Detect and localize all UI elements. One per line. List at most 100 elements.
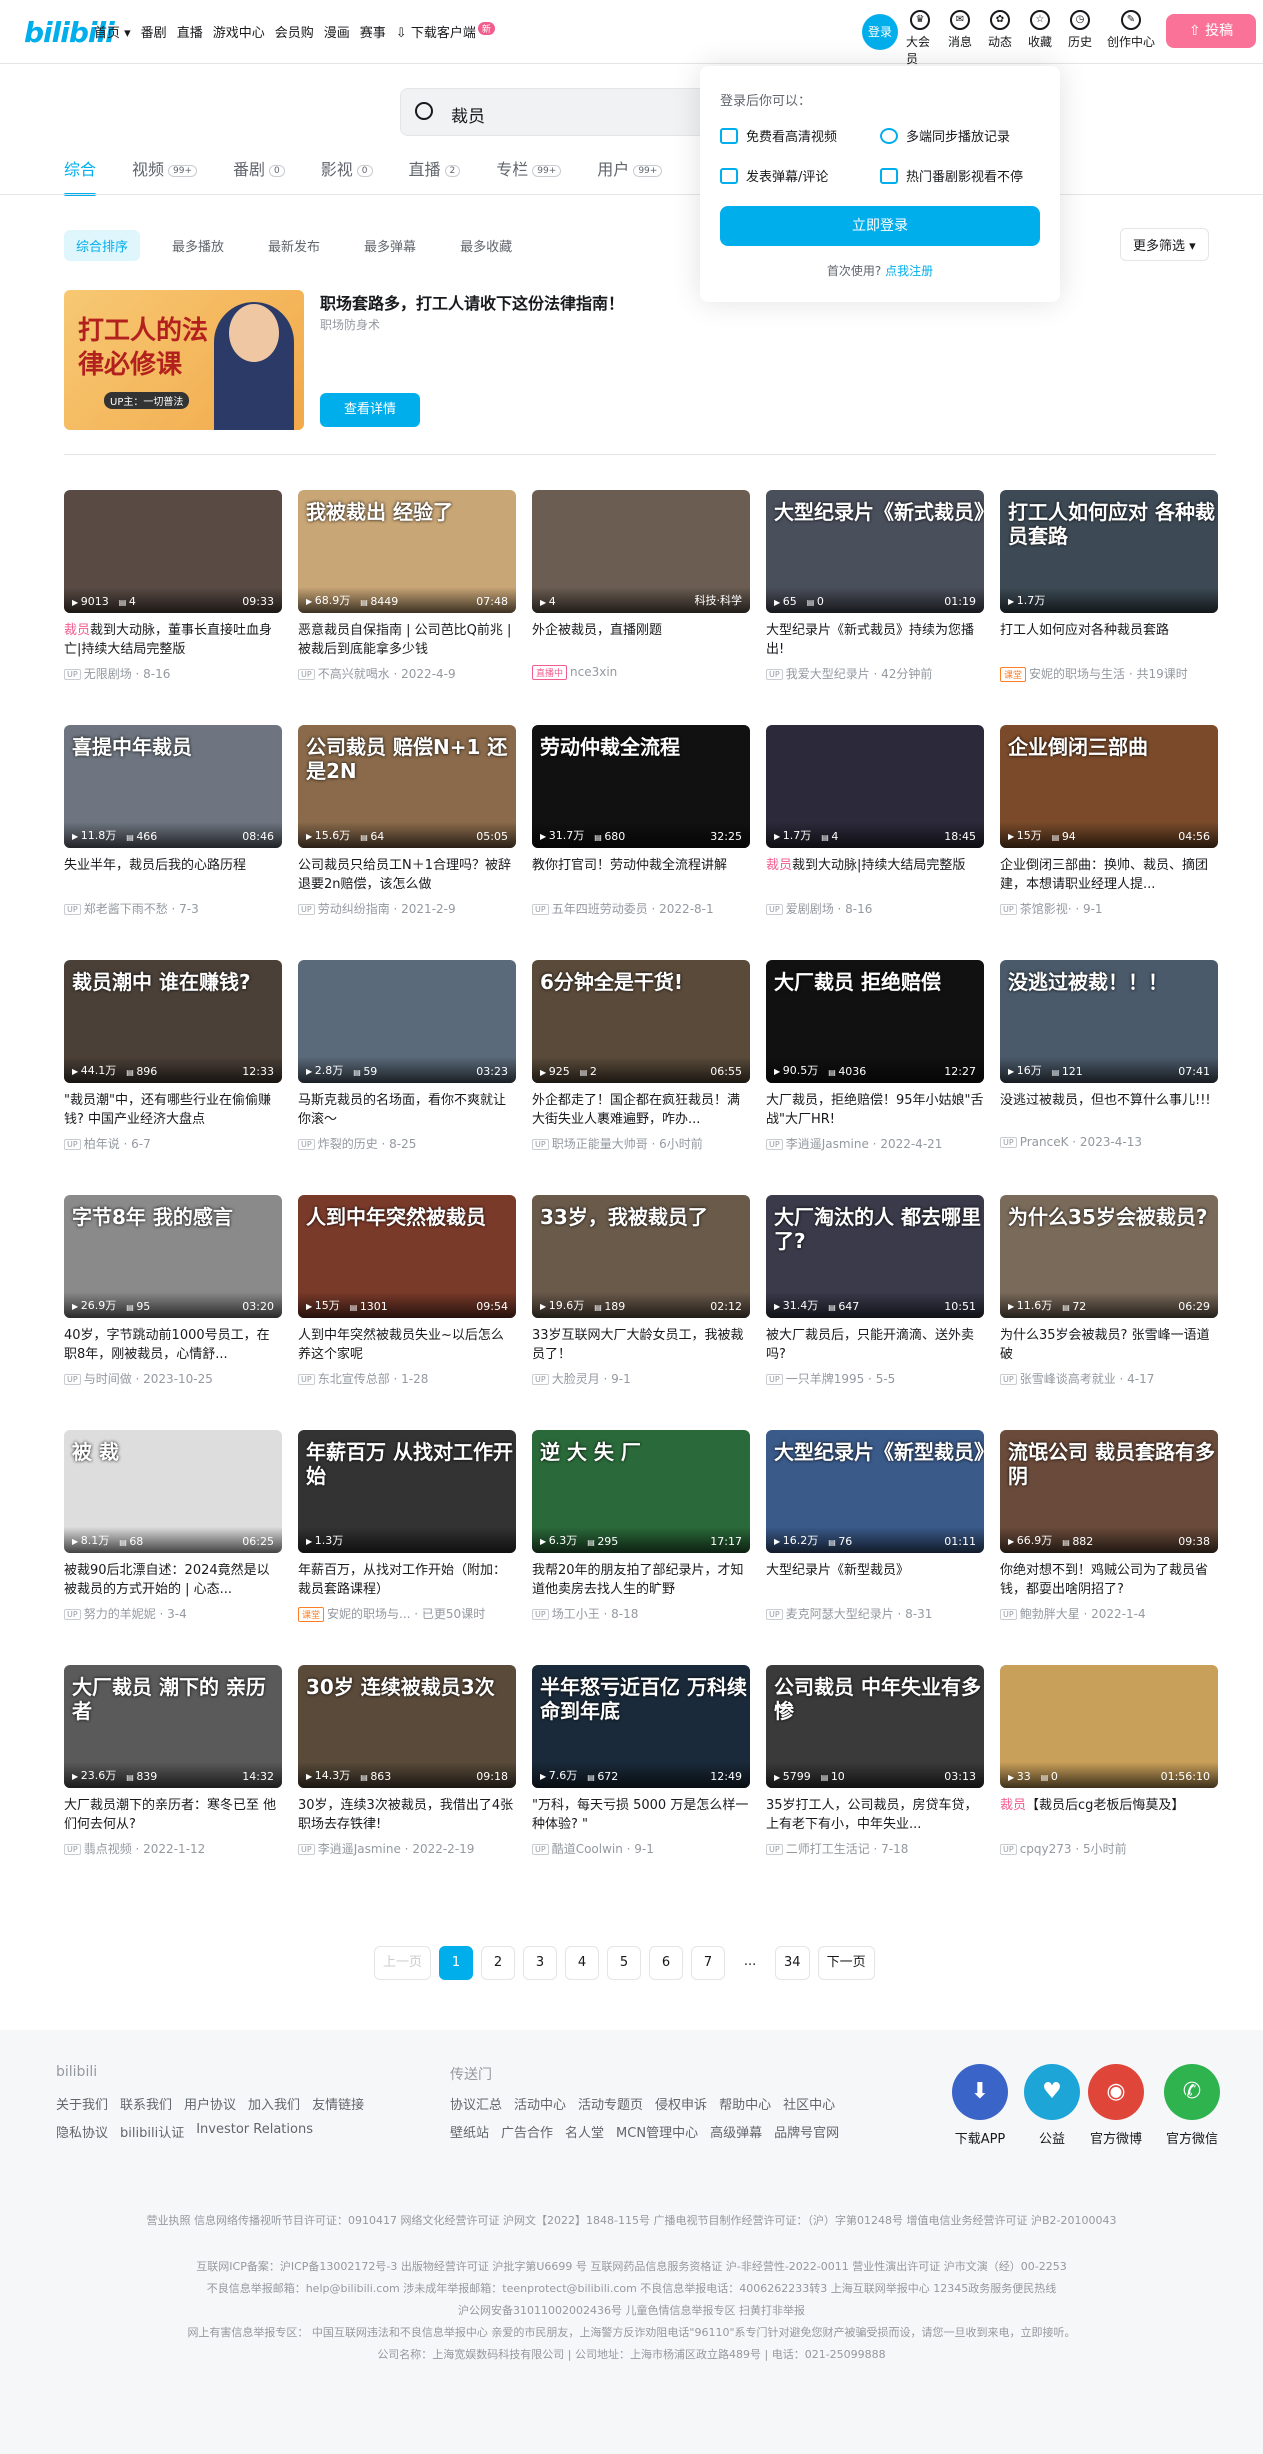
- footer-link[interactable]: 侵权申诉: [655, 2094, 707, 2113]
- video-card[interactable]: 1.7万 4 18:45 裁员裁到大动脉|持续大结局完整版 UP爱剧剧场 · 8-16: [766, 725, 984, 917]
- video-title[interactable]: 企业倒闭三部曲：换帅、裁员、摘团建，本想请职业经理人提...: [1000, 856, 1218, 894]
- video-title[interactable]: 我帮20年的朋友拍了部纪录片，才知道他卖房去找人生的旷野: [532, 1561, 750, 1599]
- author-name[interactable]: 鲍勃胖大星: [1020, 1607, 1080, 1621]
- video-thumbnail[interactable]: 半年怒亏近百亿 万科续命到年底 7.6万 672 12:49: [532, 1665, 750, 1788]
- footer-link[interactable]: 协议汇总: [450, 2094, 502, 2113]
- tab-all[interactable]: 综合: [64, 156, 97, 196]
- tab-film[interactable]: 影视 0: [321, 156, 373, 180]
- video-card[interactable]: 被 裁 8.1万 68 06:25 被裁90后北漂自述：2024竟然是以被裁员的方式开始…: [64, 1430, 282, 1622]
- video-card[interactable]: 2.8万 59 03:23 马斯克裁员的名场面，看你不爽就让你滚～ UP炸裂的历史 · …: [298, 960, 516, 1152]
- video-thumbnail[interactable]: 为什么35岁会被裁员? 11.6万 72 06:29: [1000, 1195, 1218, 1318]
- author-name[interactable]: 安妮的职场与生活: [1029, 667, 1125, 681]
- video-title[interactable]: 40岁，字节跳动前1000号员工，在职8年，刚被裁员，心情舒...: [64, 1326, 282, 1364]
- author-name[interactable]: 大脸灵月: [552, 1372, 600, 1386]
- video-thumbnail[interactable]: 1.7万 4 18:45: [766, 725, 984, 848]
- video-title[interactable]: 大型纪录片《新型裁员》: [766, 1561, 984, 1599]
- author-name[interactable]: 场工小王: [552, 1607, 600, 1621]
- video-card[interactable]: 33 0 01:56:10 裁员【裁员后cg老板后悔莫及】 UPcpqy273 · 5小…: [1000, 1665, 1218, 1857]
- author-name[interactable]: 安妮的职场与...: [327, 1607, 410, 1621]
- author-name[interactable]: 劳动纠纷指南: [318, 902, 390, 916]
- video-thumbnail[interactable]: 大厂裁员 潮下的 亲历者 23.6万 839 14:32: [64, 1665, 282, 1788]
- video-thumbnail[interactable]: 公司裁员 中年失业有多惨 5799 10 03:13: [766, 1665, 984, 1788]
- video-card[interactable]: 4 科技·科学外企被裁员，直播刚题直播中nce3xin: [532, 490, 750, 680]
- history-entry[interactable]: ◷ 历史: [1066, 10, 1094, 67]
- video-card[interactable]: 大厂裁员 潮下的 亲历者 23.6万 839 14:32 大厂裁员潮下的亲历者：寒冬已至…: [64, 1665, 282, 1857]
- video-card[interactable]: 流氓公司 裁员套路有多阴 66.9万 882 09:38 你绝对想不到！鸡贼公司为了裁员…: [1000, 1430, 1218, 1622]
- creator-entry[interactable]: ✎ 创作中心: [1106, 10, 1156, 67]
- page-2[interactable]: 2: [481, 1946, 516, 1980]
- video-card[interactable]: 字节8年 我的感言 26.9万 95 03:20 40岁，字节跳动前1000号员工，在职…: [64, 1195, 282, 1387]
- video-title[interactable]: 大厂裁员，拒绝赔偿！95年小姑娘"舌战"大厂HR!: [766, 1091, 984, 1129]
- footer-link[interactable]: 高级弹幕: [710, 2122, 762, 2141]
- ad-detail-button[interactable]: 查看详情: [320, 393, 420, 427]
- video-title[interactable]: 公司裁员只给员工N＋1合理吗？被辞退要2n赔偿，该怎么做: [298, 856, 516, 894]
- nav-anime[interactable]: 番剧: [141, 22, 167, 41]
- tab-article[interactable]: 专栏 99+: [496, 156, 562, 180]
- footer-link[interactable]: 帮助中心: [719, 2094, 771, 2113]
- video-thumbnail[interactable]: 大厂淘汰的人 都去哪里了? 31.4万 647 10:51: [766, 1195, 984, 1318]
- video-card[interactable]: 我被裁出 经验了 68.9万 8449 07:48 恶意裁员自保指南 | 公司芭比Q前兆…: [298, 490, 516, 682]
- video-title[interactable]: 恶意裁员自保指南 | 公司芭比Q前兆 | 被裁后到底能拿多少钱: [298, 621, 516, 659]
- video-title[interactable]: 大型纪录片《新式裁员》持续为您播出!: [766, 621, 984, 659]
- video-title[interactable]: "裁员潮"中，还有哪些行业在偷偷赚钱? 中国产业经济大盘点: [64, 1091, 282, 1129]
- video-title[interactable]: 被裁90后北漂自述：2024竟然是以被裁员的方式开始的 | 心态...: [64, 1561, 282, 1599]
- prev-page-button[interactable]: 上一页: [374, 1946, 432, 1980]
- footer-weibo[interactable]: ◉ 官方微博: [1088, 2064, 1144, 2147]
- video-title[interactable]: 30岁，连续3次被裁员，我借出了4张职场去存铁律!: [298, 1796, 516, 1834]
- tab-live[interactable]: 直播 2: [409, 156, 461, 180]
- video-card[interactable]: 逆 大 失 厂 6.3万 295 17:17 我帮20年的朋友拍了部纪录片，才知道他卖房…: [532, 1430, 750, 1622]
- page-5[interactable]: 5: [607, 1946, 642, 1980]
- video-card[interactable]: 33岁，我被裁员了 19.6万 189 02:12 33岁互联网大厂大龄女员工，我被裁员…: [532, 1195, 750, 1387]
- nav-manga[interactable]: 漫画: [324, 22, 350, 41]
- nav-live[interactable]: 直播: [177, 22, 203, 41]
- video-title[interactable]: 33岁互联网大厂大龄女员工，我被裁员了！: [532, 1326, 750, 1364]
- video-thumbnail[interactable]: 逆 大 失 厂 6.3万 295 17:17: [532, 1430, 750, 1553]
- footer-link[interactable]: 隐私协议: [56, 2122, 108, 2141]
- video-title[interactable]: 打工人如何应对各种裁员套路: [1000, 621, 1218, 659]
- video-card[interactable]: 喜提中年裁员 11.8万 466 08:46 失业半年，裁员后我的心路历程 UP郑老酱下雨…: [64, 725, 282, 917]
- page-1[interactable]: 1: [439, 1946, 474, 1980]
- video-card[interactable]: 大型纪录片《新型裁员》 16.2万 76 01:11 大型纪录片《新型裁员》 UP麦克阿瑟…: [766, 1430, 984, 1622]
- nav-mall[interactable]: 会员购: [275, 22, 314, 41]
- author-name[interactable]: 与时间做: [84, 1372, 132, 1386]
- author-name[interactable]: 翡点视频: [84, 1842, 132, 1856]
- author-name[interactable]: 职场正能量大帅哥: [552, 1137, 648, 1151]
- video-thumbnail[interactable]: 33岁，我被裁员了 19.6万 189 02:12: [532, 1195, 750, 1318]
- footer-link[interactable]: 关于我们: [56, 2094, 108, 2113]
- page-34[interactable]: 34: [775, 1946, 810, 1980]
- video-title[interactable]: 失业半年，裁员后我的心路历程: [64, 856, 282, 894]
- author-name[interactable]: 东北宣传总部: [318, 1372, 390, 1386]
- video-thumbnail[interactable]: 裁员潮中 谁在赚钱? 44.1万 896 12:33: [64, 960, 282, 1083]
- video-thumbnail[interactable]: 2.8万 59 03:23: [298, 960, 516, 1083]
- register-link[interactable]: 点我注册: [885, 264, 933, 278]
- footer-wechat[interactable]: ✆ 官方微信: [1164, 2064, 1220, 2147]
- footer-link[interactable]: 加入我们: [248, 2094, 300, 2113]
- video-thumbnail[interactable]: 我被裁出 经验了 68.9万 8449 07:48: [298, 490, 516, 613]
- ad-thumbnail[interactable]: 打工人的法律必修课 UP主：一切普法: [64, 290, 304, 430]
- footer-link[interactable]: bilibili认证: [120, 2122, 184, 2141]
- sort-newest[interactable]: 最新发布: [256, 230, 332, 261]
- video-card[interactable]: 30岁 连续被裁员3次 14.3万 863 09:18 30岁，连续3次被裁员，我借出了…: [298, 1665, 516, 1857]
- nav-game-center[interactable]: 游戏中心: [213, 22, 265, 41]
- video-card[interactable]: 没逃过被裁！！！ 16万 121 07:41 没逃过被裁员，但也不算什么事儿!!! UPP…: [1000, 960, 1218, 1149]
- video-thumbnail[interactable]: 流氓公司 裁员套路有多阴 66.9万 882 09:38: [1000, 1430, 1218, 1553]
- video-thumbnail[interactable]: 劳动仲裁全流程 31.7万 680 32:25: [532, 725, 750, 848]
- video-thumbnail[interactable]: 9013 4 09:33: [64, 490, 282, 613]
- video-card[interactable]: 人到中年突然被裁员 15万 1301 09:54 人到中年突然被裁员失业~以后怎么养这个…: [298, 1195, 516, 1387]
- page-7[interactable]: 7: [691, 1946, 726, 1980]
- author-name[interactable]: 无限剧场: [84, 667, 132, 681]
- video-thumbnail[interactable]: 企业倒闭三部曲 15万 94 04:56: [1000, 725, 1218, 848]
- sort-most-played[interactable]: 最多播放: [160, 230, 236, 261]
- author-name[interactable]: nce3xin: [570, 665, 617, 679]
- sort-overall[interactable]: 综合排序: [64, 230, 141, 261]
- video-card[interactable]: 为什么35岁会被裁员? 11.6万 72 06:29 为什么35岁会被裁员? 张雪峰一语…: [1000, 1195, 1218, 1387]
- nav-match[interactable]: 赛事: [360, 22, 386, 41]
- tab-user[interactable]: 用户 99+: [597, 156, 663, 180]
- page-6[interactable]: 6: [649, 1946, 684, 1980]
- video-card[interactable]: 6分钟全是干货! 925 2 06:55 外企都走了！国企都在疯狂裁员！满大街失业人裹难…: [532, 960, 750, 1152]
- video-thumbnail[interactable]: 喜提中年裁员 11.8万 466 08:46: [64, 725, 282, 848]
- video-card[interactable]: 9013 4 09:33 裁员裁到大动脉，董事长直接吐血身亡|持续大结局完整版 UP无限…: [64, 490, 282, 682]
- tab-bangumi[interactable]: 番剧 0: [233, 156, 285, 180]
- sort-most-favorites[interactable]: 最多收藏: [448, 230, 524, 261]
- next-page-button[interactable]: 下一页: [817, 1946, 875, 1980]
